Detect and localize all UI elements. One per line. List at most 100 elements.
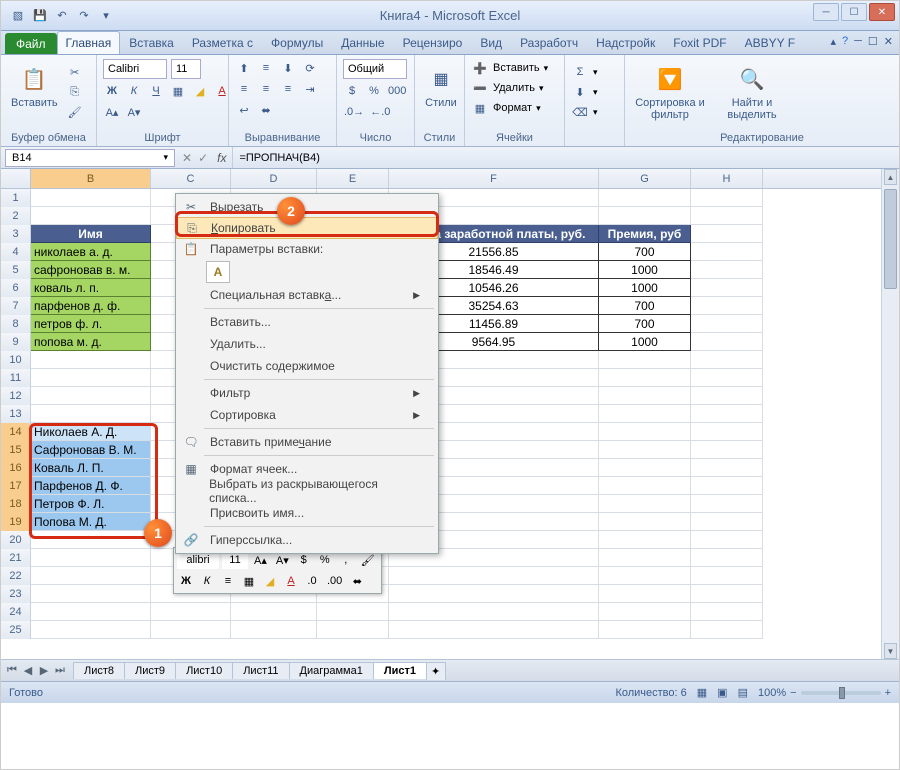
sheet-tab[interactable]: Лист10 [175,662,233,679]
cell[interactable]: Премия, руб [599,225,691,243]
cell[interactable] [599,369,691,387]
cell[interactable] [317,621,389,639]
tab-addins[interactable]: Надстройк [587,31,664,54]
row-header[interactable]: 21 [1,549,31,567]
cell[interactable] [691,513,763,531]
tab-file[interactable]: Файл [5,33,57,54]
cut-icon[interactable]: ✂ [66,63,84,81]
doc-restore-icon[interactable]: ☐ [868,35,878,48]
increase-indent-icon[interactable]: ⇥ [301,80,319,98]
mini-fontcolor-icon[interactable]: A [282,572,300,590]
row-header[interactable]: 15 [1,441,31,459]
clear-icon[interactable]: ⌫ [571,103,589,121]
copy-icon[interactable]: ⎘ [66,83,84,101]
view-normal-icon[interactable]: ▦ [697,686,707,699]
font-name-combo[interactable]: Calibri [103,59,167,79]
cell[interactable] [599,351,691,369]
row-header[interactable]: 4 [1,243,31,261]
scroll-thumb[interactable] [884,189,897,289]
mini-align-icon[interactable]: ≡ [219,572,237,590]
scroll-up-icon[interactable]: ▲ [884,169,897,185]
row-header[interactable]: 18 [1,495,31,513]
row-header[interactable]: 3 [1,225,31,243]
cell[interactable] [389,585,599,603]
select-all-corner[interactable] [1,169,31,188]
cell[interactable] [691,315,763,333]
cell[interactable]: Коваль Л. П. [31,459,151,477]
cell[interactable]: Попова М. Д. [31,513,151,531]
cell[interactable] [691,621,763,639]
tab-view[interactable]: Вид [471,31,511,54]
cell[interactable]: Сафроновав В. М. [31,441,151,459]
cell[interactable]: Николаев А. Д. [31,423,151,441]
cell[interactable] [599,387,691,405]
cell[interactable] [691,387,763,405]
tab-developer[interactable]: Разработч [511,31,587,54]
cell[interactable]: Парфенов Д. Ф. [31,477,151,495]
row-header[interactable]: 23 [1,585,31,603]
redo-icon[interactable]: ↷ [75,7,93,25]
tab-layout[interactable]: Разметка с [183,31,262,54]
cell[interactable] [31,585,151,603]
row-header[interactable]: 13 [1,405,31,423]
tab-foxit[interactable]: Foxit PDF [664,31,735,54]
menu-pick-from-list[interactable]: Выбрать из раскрывающегося списка... [176,480,438,502]
cell[interactable] [691,477,763,495]
align-left-icon[interactable]: ≡ [235,80,253,98]
decrease-decimal-icon[interactable]: ←.0 [369,103,391,121]
col-header-h[interactable]: H [691,169,763,188]
sheet-tab[interactable]: Диаграмма1 [289,662,374,679]
row-header[interactable]: 9 [1,333,31,351]
cell[interactable] [691,297,763,315]
paste-values-button[interactable]: A [206,261,230,283]
view-layout-icon[interactable]: ▣ [717,686,727,699]
zoom-slider[interactable] [801,691,881,695]
row-header[interactable]: 8 [1,315,31,333]
zoom-out-button[interactable]: − [790,687,796,699]
row-header[interactable]: 11 [1,369,31,387]
fill-color-button[interactable]: ◢ [191,82,209,100]
formula-input[interactable]: =ПРОПНАЧ(B4) [232,147,899,168]
row-header[interactable]: 10 [1,351,31,369]
row-header[interactable]: 14 [1,423,31,441]
cell[interactable] [31,603,151,621]
cancel-icon[interactable]: ✕ [179,151,195,165]
sheet-tab[interactable]: Лист8 [73,662,125,679]
menu-filter[interactable]: Фильтр▶ [176,382,438,404]
align-bot-icon[interactable]: ⬇ [279,59,297,77]
sheet-nav-next-icon[interactable]: ▶ [37,664,51,677]
mini-fill-icon[interactable]: ◢ [261,572,279,590]
border-button[interactable]: ▦ [169,82,187,100]
bold-button[interactable]: Ж [103,82,121,100]
cell[interactable]: Имя [31,225,151,243]
menu-insert[interactable]: Вставить... [176,311,438,333]
mini-inc-dec-icon[interactable]: .0 [303,572,321,590]
increase-decimal-icon[interactable]: .0→ [343,103,365,121]
cell[interactable]: коваль л. п. [31,279,151,297]
insert-cells-icon[interactable]: ➕ [471,59,489,77]
cell[interactable] [599,549,691,567]
sheet-nav-last-icon[interactable]: ⏭ [53,664,67,677]
cell[interactable] [31,405,151,423]
row-header[interactable]: 1 [1,189,31,207]
row-header[interactable]: 20 [1,531,31,549]
col-header-b[interactable]: B [31,169,151,188]
cell[interactable] [691,441,763,459]
cell[interactable] [31,549,151,567]
menu-comment[interactable]: 🗨Вставить примечание [176,431,438,453]
name-box[interactable]: B14 ▾ [5,149,175,167]
cell[interactable]: 700 [599,297,691,315]
tab-home[interactable]: Главная [57,31,121,54]
tab-insert[interactable]: Вставка [120,31,183,54]
align-top-icon[interactable]: ⬆ [235,59,253,77]
sheet-tab-active[interactable]: Лист1 [373,662,427,679]
sheet-tab[interactable]: Лист9 [124,662,176,679]
row-header[interactable]: 24 [1,603,31,621]
cell[interactable]: 700 [599,315,691,333]
cell[interactable] [691,549,763,567]
cell[interactable] [599,621,691,639]
vertical-scrollbar[interactable]: ▲ ▼ [881,169,899,659]
row-header[interactable]: 12 [1,387,31,405]
tab-data[interactable]: Данные [332,31,393,54]
cell[interactable]: 1000 [599,279,691,297]
